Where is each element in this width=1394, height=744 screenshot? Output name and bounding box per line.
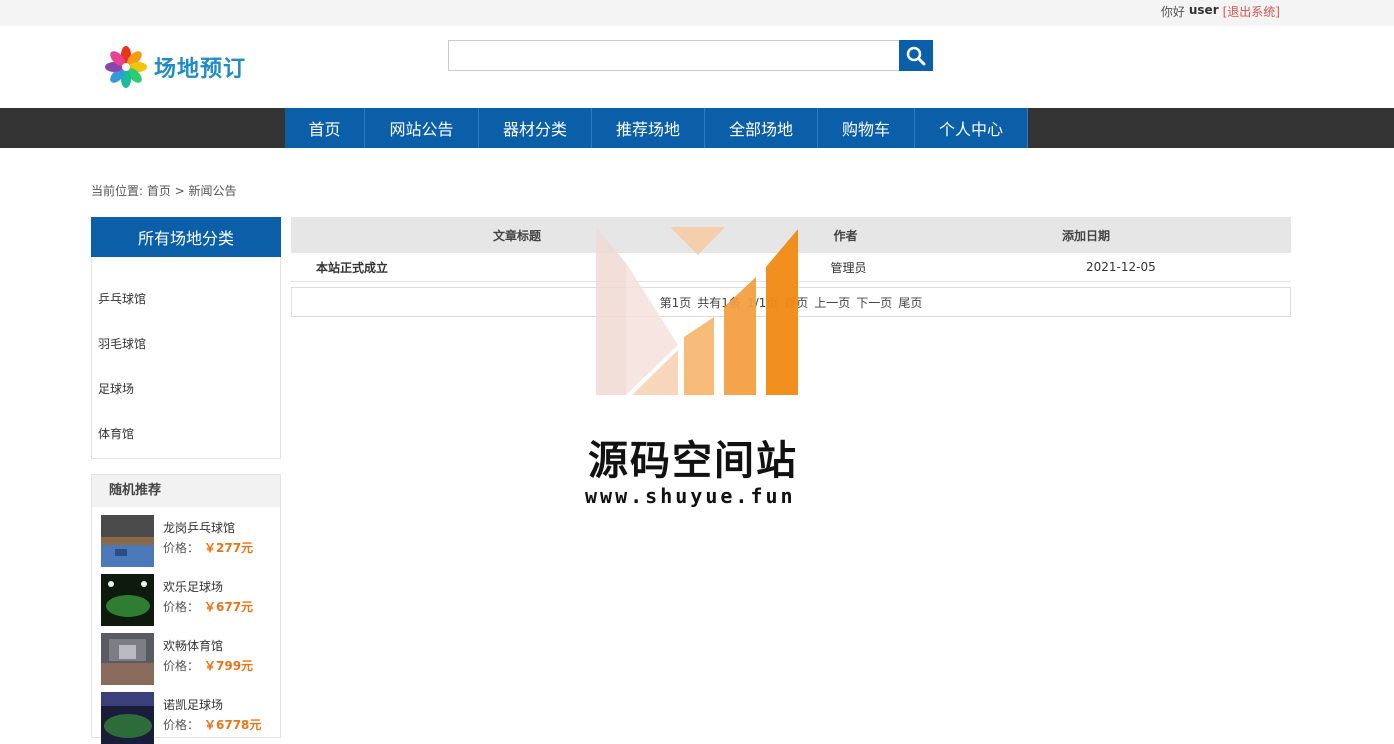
venue-name[interactable]: 龙岗乒乓球馆 <box>163 519 235 536</box>
logo-text: 场地预订 <box>154 56 247 82</box>
venue-name[interactable]: 欢畅体育馆 <box>163 637 223 654</box>
page-count: 1/1页 <box>746 295 779 310</box>
prev-page-link[interactable]: 上一页 <box>814 294 850 311</box>
watermark-url: www.shuyue.fun <box>585 484 796 508</box>
venue-price: ￥277元 <box>204 541 254 555</box>
price-label: 价格： <box>163 718 200 732</box>
venue-price: ￥799元 <box>204 659 254 673</box>
venue-thumbnail[interactable] <box>101 692 154 744</box>
category-sidebar: 所有场地分类 乒乓球馆 羽毛球馆 足球场 体育馆 <box>91 217 281 459</box>
price-label: 价格： <box>163 659 200 673</box>
row-author: 管理员 <box>830 260 867 275</box>
logout-link[interactable]: [退出系统] <box>1223 3 1280 20</box>
recommend-item[interactable]: 诺凯足球场 价格： ￥6778元 <box>92 684 280 744</box>
search-icon <box>906 46 926 65</box>
venue-thumbnail[interactable] <box>101 574 154 626</box>
category-title: 所有场地分类 <box>91 217 281 257</box>
venue-name[interactable]: 欢乐足球场 <box>163 578 223 595</box>
nav-equipment[interactable]: 器材分类 <box>479 108 592 148</box>
recommend-item[interactable]: 欢乐足球场 价格： ￥677元 <box>92 566 280 626</box>
venue-thumbnail[interactable] <box>101 633 154 685</box>
next-page-link[interactable]: 下一页 <box>856 294 892 311</box>
recommend-panel: 随机推荐 龙岗乒乓球馆 价格： ￥277元 欢乐足球场 价格： ￥677元 欢畅… <box>91 474 281 744</box>
page-info: 第1页 <box>659 295 692 310</box>
username-text: user <box>1188 3 1219 17</box>
header: 场地预订 <box>0 26 1394 108</box>
recommend-title: 随机推荐 <box>92 475 280 507</box>
row-date: 2021-12-05 <box>1086 260 1156 274</box>
recommend-item[interactable]: 龙岗乒乓球馆 价格： ￥277元 <box>92 507 280 567</box>
category-item[interactable]: 足球场 <box>92 367 280 412</box>
column-title: 文章标题 <box>492 228 541 243</box>
nav-cart[interactable]: 购物车 <box>818 108 915 148</box>
venue-price: ￥6778元 <box>204 718 262 732</box>
nav-profile[interactable]: 个人中心 <box>915 108 1028 148</box>
category-item[interactable]: 乒乓球馆 <box>92 277 280 322</box>
pagination: 第1页 共有1条 1/1页 首页 上一页 下一页 尾页 <box>291 287 1291 317</box>
search-input[interactable] <box>448 40 900 71</box>
nav-recommended[interactable]: 推荐场地 <box>592 108 705 148</box>
flower-logo-icon <box>104 45 148 89</box>
nav-all-venues[interactable]: 全部场地 <box>705 108 818 148</box>
venue-thumbnail[interactable] <box>101 515 154 567</box>
watermark-title: 源码空间站 <box>588 438 798 484</box>
row-title[interactable]: 本站正式成立 <box>291 253 743 281</box>
search-button[interactable] <box>899 40 933 71</box>
venue-name[interactable]: 诺凯足球场 <box>163 696 223 713</box>
greeting-text: 你好 <box>1160 5 1185 19</box>
venue-price: ￥677元 <box>204 600 254 614</box>
column-author: 作者 <box>833 228 858 243</box>
nav-home[interactable]: 首页 <box>285 108 365 148</box>
total-count: 共有1条 <box>697 295 741 310</box>
last-page-link[interactable]: 尾页 <box>898 294 922 311</box>
recommend-item[interactable]: 欢畅体育馆 价格： ￥799元 <box>92 625 280 685</box>
category-item[interactable]: 羽毛球馆 <box>92 322 280 367</box>
site-logo[interactable]: 场地预订 <box>104 46 264 88</box>
price-label: 价格： <box>163 541 200 555</box>
announcement-table: 文章标题 作者 添加日期 本站正式成立 管理员 2021-12-05 <box>291 217 1291 282</box>
category-item[interactable]: 体育馆 <box>92 412 280 457</box>
column-date: 添加日期 <box>1062 228 1111 243</box>
nav-announcements[interactable]: 网站公告 <box>365 108 479 148</box>
table-header: 文章标题 作者 添加日期 <box>291 217 1291 253</box>
top-bar: 你好 user [退出系统] <box>0 0 1394 26</box>
first-page-link[interactable]: 首页 <box>784 294 808 311</box>
price-label: 价格： <box>163 600 200 614</box>
main-nav: 首页 网站公告 器材分类 推荐场地 全部场地 购物车 个人中心 <box>0 108 1394 148</box>
breadcrumb: 当前位置: 首页 > 新闻公告 <box>91 184 237 198</box>
table-row: 本站正式成立 管理员 2021-12-05 <box>291 253 1291 282</box>
